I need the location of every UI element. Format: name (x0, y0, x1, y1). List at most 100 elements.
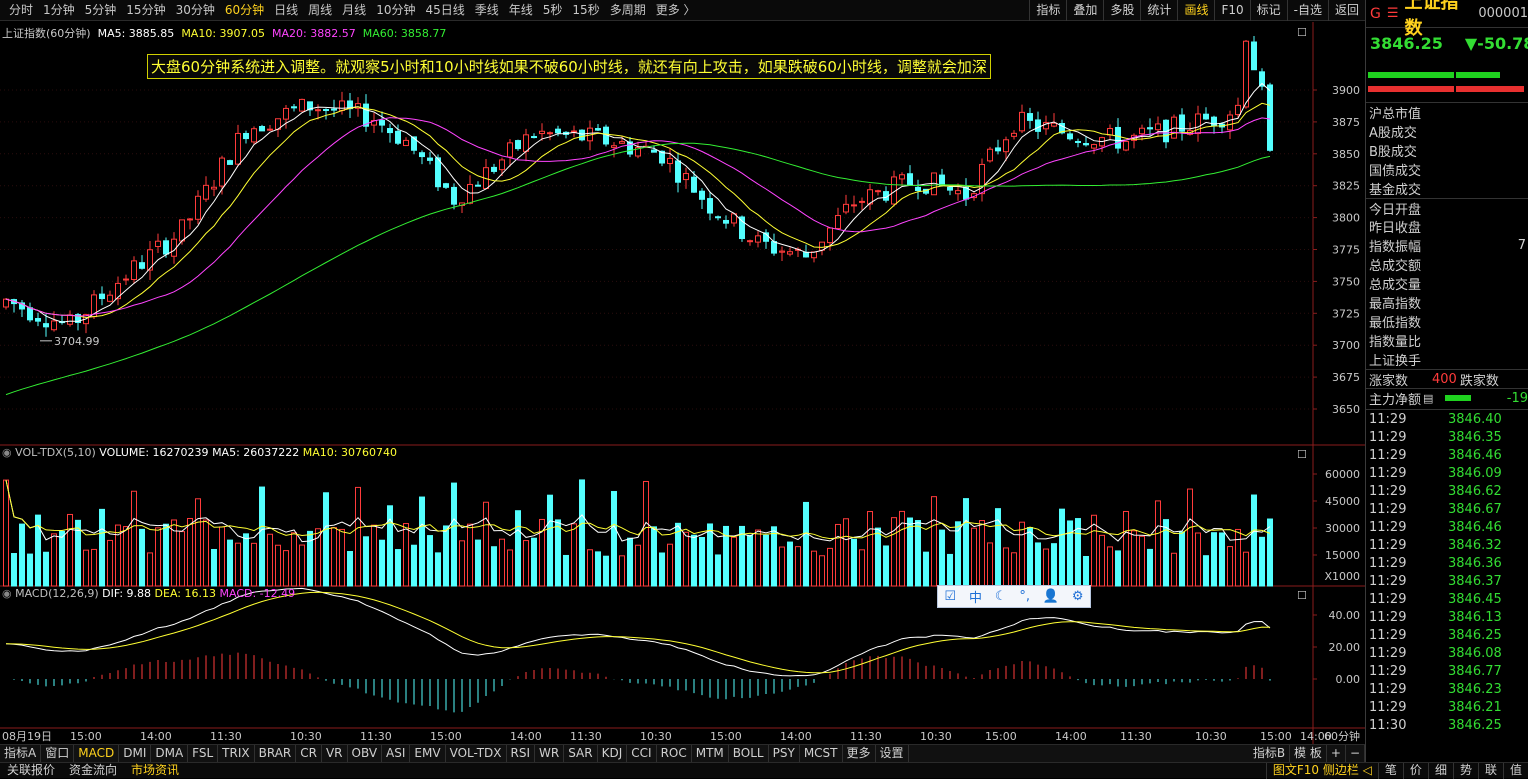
period-tab[interactable]: 10分钟 (371, 0, 420, 21)
tool-button[interactable]: 指标 (1029, 0, 1066, 21)
indicator-tab[interactable]: EMV (410, 745, 446, 762)
tool-button[interactable]: 画线 (1177, 0, 1214, 21)
indicator-tab[interactable]: FSL (188, 745, 219, 762)
side-tab[interactable]: 价 (1402, 763, 1428, 779)
kline-chart[interactable]: 3900 3875 3850 3825 3800 3775 3750 3725 3700 3675… (0, 22, 1365, 744)
period-tab[interactable]: 15分钟 (121, 0, 170, 21)
status-tab[interactable]: 资金流向 (62, 763, 124, 778)
period-tab[interactable]: 5分钟 (80, 0, 122, 21)
tool-button[interactable]: 统计 (1140, 0, 1177, 21)
side-tab[interactable]: 联 (1477, 763, 1503, 779)
indicator-tab[interactable]: VOL-TDX (446, 745, 507, 762)
indicator-tools-button[interactable]: − (1346, 745, 1365, 762)
macd-settings-icon[interactable]: ☐ (1297, 589, 1307, 602)
indicator-tab[interactable]: ASI (382, 745, 411, 762)
tool-button[interactable]: 标记 (1249, 0, 1287, 21)
list-icon[interactable]: ▤ (1423, 392, 1433, 405)
period-tab[interactable]: 周线 (303, 0, 337, 21)
menu-icon[interactable]: ☰ (1387, 6, 1399, 21)
status-tab[interactable]: 市场资讯 (124, 763, 186, 778)
indicator-tab[interactable]: 更多 (843, 745, 876, 762)
tick-list[interactable]: 11:29 3846.40 11:29 3846.35 11:29 3846.46 11:2… (1366, 409, 1528, 734)
volume-bar (1083, 555, 1089, 587)
indicator-tab[interactable]: DMA (151, 745, 189, 762)
indicator-tab[interactable]: DMI (119, 745, 152, 762)
indicator-tab[interactable]: 窗口 (41, 745, 75, 762)
language-icon[interactable]: 中 (969, 587, 982, 606)
tool-button[interactable]: -自选 (1286, 0, 1328, 21)
side-tab[interactable]: 势 (1452, 763, 1478, 779)
volume-bar (907, 517, 913, 587)
indicator-tools-button[interactable]: 指标B (1249, 745, 1291, 762)
indicator-tab[interactable]: CR (296, 745, 322, 762)
tool-button[interactable]: 返回 (1327, 0, 1365, 21)
macd-legend-icon[interactable]: ◉ (2, 587, 12, 600)
volume-bar (355, 486, 361, 587)
period-tab[interactable]: 15秒 (567, 0, 604, 21)
indicator-tab[interactable]: PSY (769, 745, 800, 762)
indicator-tab[interactable]: CCI (627, 745, 657, 762)
side-tab[interactable]: 笔 (1377, 763, 1403, 779)
period-tab[interactable]: 季线 (470, 0, 504, 21)
edit-icon[interactable]: ☑ (944, 589, 956, 604)
period-tab[interactable]: 月线 (337, 0, 371, 21)
indicator-tab[interactable]: TRIX (218, 745, 255, 762)
side-tab[interactable]: 值 (1502, 763, 1528, 779)
indicator-tools-button[interactable]: 模 板 (1290, 745, 1327, 762)
indicator-tab[interactable]: RSI (507, 745, 536, 762)
tool-button[interactable]: 多股 (1103, 0, 1140, 21)
volume-bar (531, 537, 537, 587)
chart-settings-icon[interactable]: ☐ (1297, 26, 1307, 39)
tool-button[interactable]: 叠加 (1066, 0, 1103, 21)
period-tab[interactable]: 年线 (504, 0, 538, 21)
indicator-tab[interactable]: OBV (348, 745, 383, 762)
indicator-tab[interactable]: SAR (564, 745, 598, 762)
indicator-tab[interactable]: MACD (74, 745, 120, 762)
indicator-tab[interactable]: VR (322, 745, 348, 762)
indicator-tab[interactable]: WR (535, 745, 565, 762)
indicator-tools-button[interactable]: + (1327, 745, 1346, 762)
status-tab[interactable]: 关联报价 (0, 763, 62, 778)
tick-row: 11:29 3846.62 (1366, 482, 1528, 500)
period-tab[interactable]: 多周期 (605, 0, 651, 21)
tick-time: 11:29 (1369, 627, 1407, 643)
tick-price: 3846.77 (1448, 663, 1502, 679)
indicator-tab[interactable]: 设置 (876, 745, 909, 762)
gear-icon[interactable]: ⚙ (1072, 589, 1084, 604)
indicator-tab[interactable]: KDJ (598, 745, 628, 762)
stock-badge[interactable]: G (1370, 6, 1381, 22)
candle-body (707, 198, 713, 214)
indicator-tab[interactable]: BOLL (729, 745, 769, 762)
volume-settings-icon[interactable]: ☐ (1297, 448, 1307, 461)
time-axis-label: 14:00 (1055, 730, 1087, 743)
side-tab[interactable]: 图文F10 侧边栏 ◁ (1265, 763, 1378, 779)
period-tab[interactable]: 60分钟 (220, 0, 269, 21)
period-tab[interactable]: 1分钟 (38, 0, 80, 21)
side-tab[interactable]: 细 (1427, 763, 1453, 779)
user-icon[interactable]: 👤 (1043, 589, 1059, 604)
tick-row: 11:29 3846.36 (1366, 554, 1528, 572)
period-tab[interactable]: 分时 (4, 0, 38, 21)
floating-toolbar: ☑ 中 ☾ °, 👤 ⚙ (937, 585, 1091, 608)
indicator-tab[interactable]: ROC (657, 745, 692, 762)
period-tab[interactable]: 更多 〉 (651, 0, 701, 21)
indicator-tab[interactable]: BRAR (255, 745, 297, 762)
buy-sell-bars (1366, 58, 1528, 103)
indicator-tab[interactable]: MCST (800, 745, 843, 762)
indicator-tab[interactable]: MTM (692, 745, 729, 762)
chart-text-annotation[interactable]: 大盘60分钟系统进入调整。就观察5小时和10小时线如果不破60小时线，就还有向上… (147, 54, 991, 79)
chart-area[interactable]: 3900 3875 3850 3825 3800 3775 3750 3725 3700 3675… (0, 22, 1365, 744)
volume-bar (595, 551, 601, 587)
indicator-tab[interactable]: 指标A (0, 745, 42, 762)
period-tab[interactable]: 30分钟 (171, 0, 220, 21)
night-mode-icon[interactable]: ☾ (995, 589, 1007, 604)
volume-bar (1051, 543, 1057, 587)
candle-body (939, 174, 945, 186)
period-tab[interactable]: 日线 (269, 0, 303, 21)
period-tab[interactable]: 45日线 (420, 0, 469, 21)
period-tab[interactable]: 5秒 (538, 0, 568, 21)
volume-bar (1203, 555, 1209, 587)
volume-legend-icon[interactable]: ◉ (2, 446, 12, 459)
punctuation-icon[interactable]: °, (1019, 589, 1030, 604)
tool-button[interactable]: F10 (1214, 0, 1249, 21)
